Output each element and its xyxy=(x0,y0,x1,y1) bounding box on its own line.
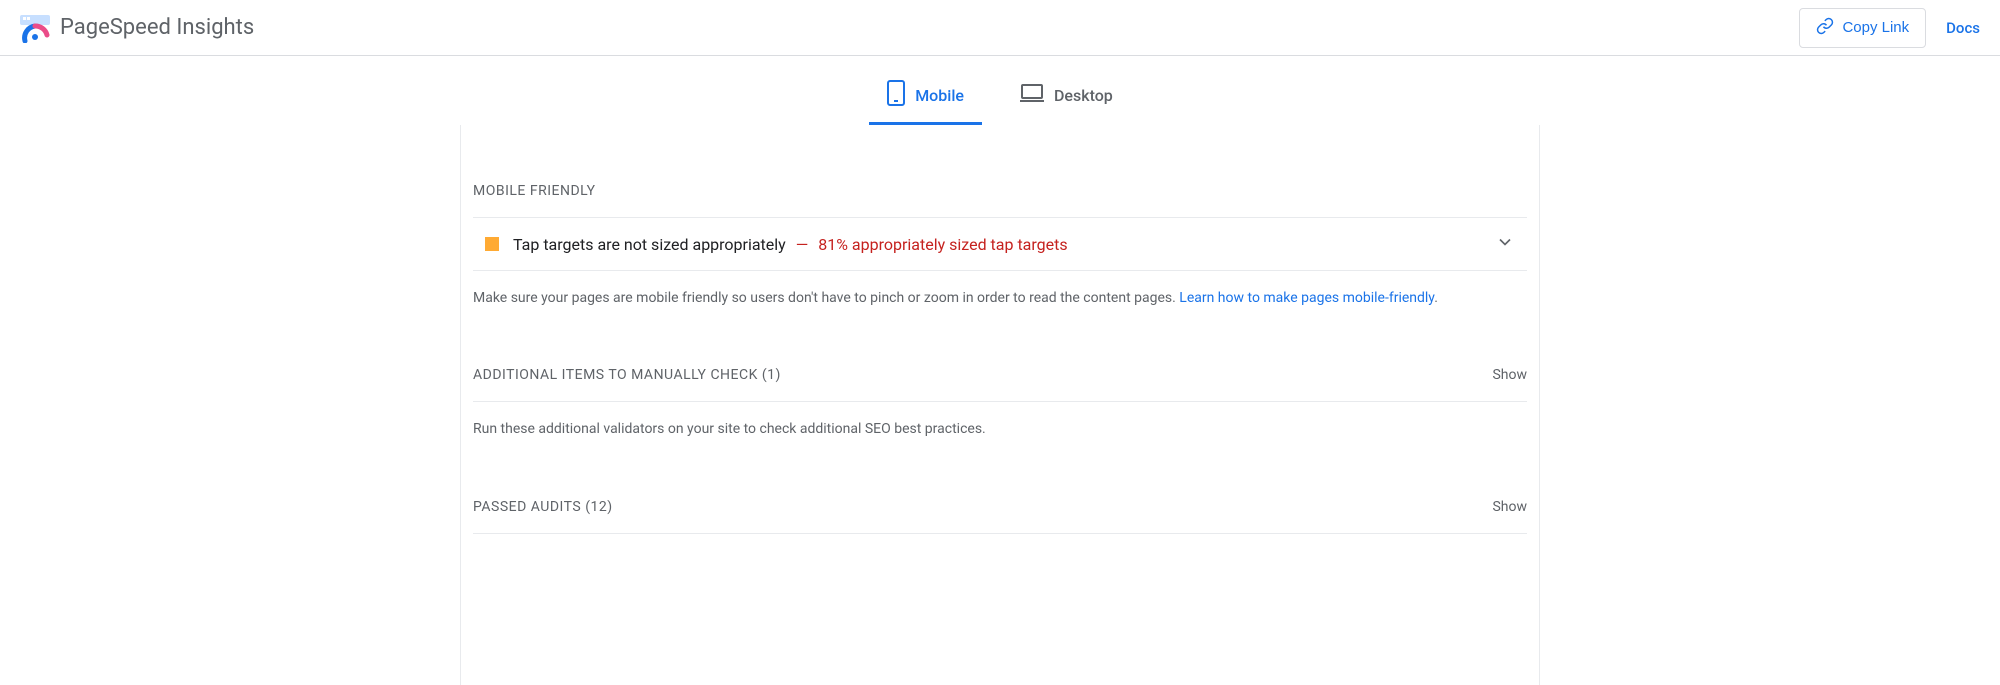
content-area: Mobile Friendly Tap targets are not size… xyxy=(460,125,1540,685)
device-tabs: Mobile Desktop xyxy=(0,56,2000,125)
warning-square-icon xyxy=(485,237,499,251)
audit-detail: 81% appropriately sized tap targets xyxy=(818,235,1067,254)
mobile-friendly-section: Mobile Friendly Tap targets are not size… xyxy=(473,125,1527,309)
additional-items-header: Additional items to manually check (1) S… xyxy=(473,367,1527,402)
tab-desktop[interactable]: Desktop xyxy=(1002,68,1131,125)
additional-show-toggle[interactable]: Show xyxy=(1492,367,1527,383)
tab-mobile-label: Mobile xyxy=(915,86,964,105)
tab-desktop-label: Desktop xyxy=(1054,86,1113,105)
passed-audits-section: Passed audits (12) Show xyxy=(473,441,1527,534)
mobile-friendly-description: Make sure your pages are mobile friendly… xyxy=(473,271,1527,309)
copy-link-button[interactable]: Copy Link xyxy=(1799,8,1926,48)
link-icon xyxy=(1816,17,1834,39)
additional-items-title: Additional items to manually check xyxy=(473,367,758,383)
passed-audits-title: Passed audits xyxy=(473,499,581,515)
additional-items-count: (1) xyxy=(758,367,781,383)
mobile-icon xyxy=(887,80,905,110)
description-suffix: . xyxy=(1434,290,1438,306)
header-left: PageSpeed Insights xyxy=(20,13,254,43)
passed-audits-count: (12) xyxy=(581,499,612,515)
passed-show-toggle[interactable]: Show xyxy=(1492,499,1527,515)
audit-title: Tap targets are not sized appropriately xyxy=(513,235,786,254)
docs-link[interactable]: Docs xyxy=(1946,19,1980,37)
additional-items-section: Additional items to manually check (1) S… xyxy=(473,309,1527,440)
passed-audits-header: Passed audits (12) Show xyxy=(473,499,1527,534)
app-header: PageSpeed Insights Copy Link Docs xyxy=(0,0,2000,56)
desktop-icon xyxy=(1020,84,1044,106)
description-prefix: Make sure your pages are mobile friendly… xyxy=(473,290,1179,306)
audit-dash: — xyxy=(796,235,809,254)
chevron-down-icon xyxy=(1495,232,1515,256)
tap-targets-audit-row[interactable]: Tap targets are not sized appropriately … xyxy=(473,218,1527,271)
header-right: Copy Link Docs xyxy=(1799,8,1980,48)
pagespeed-logo-icon xyxy=(20,13,50,43)
mobile-friendly-title: Mobile Friendly xyxy=(473,183,595,199)
learn-mobile-friendly-link[interactable]: Learn how to make pages mobile-friendly xyxy=(1179,290,1434,306)
mobile-friendly-header: Mobile Friendly xyxy=(473,183,1527,218)
additional-items-description: Run these additional validators on your … xyxy=(473,402,1527,440)
app-title: PageSpeed Insights xyxy=(60,15,254,40)
tab-mobile[interactable]: Mobile xyxy=(869,68,982,125)
copy-link-label: Copy Link xyxy=(1842,19,1909,36)
